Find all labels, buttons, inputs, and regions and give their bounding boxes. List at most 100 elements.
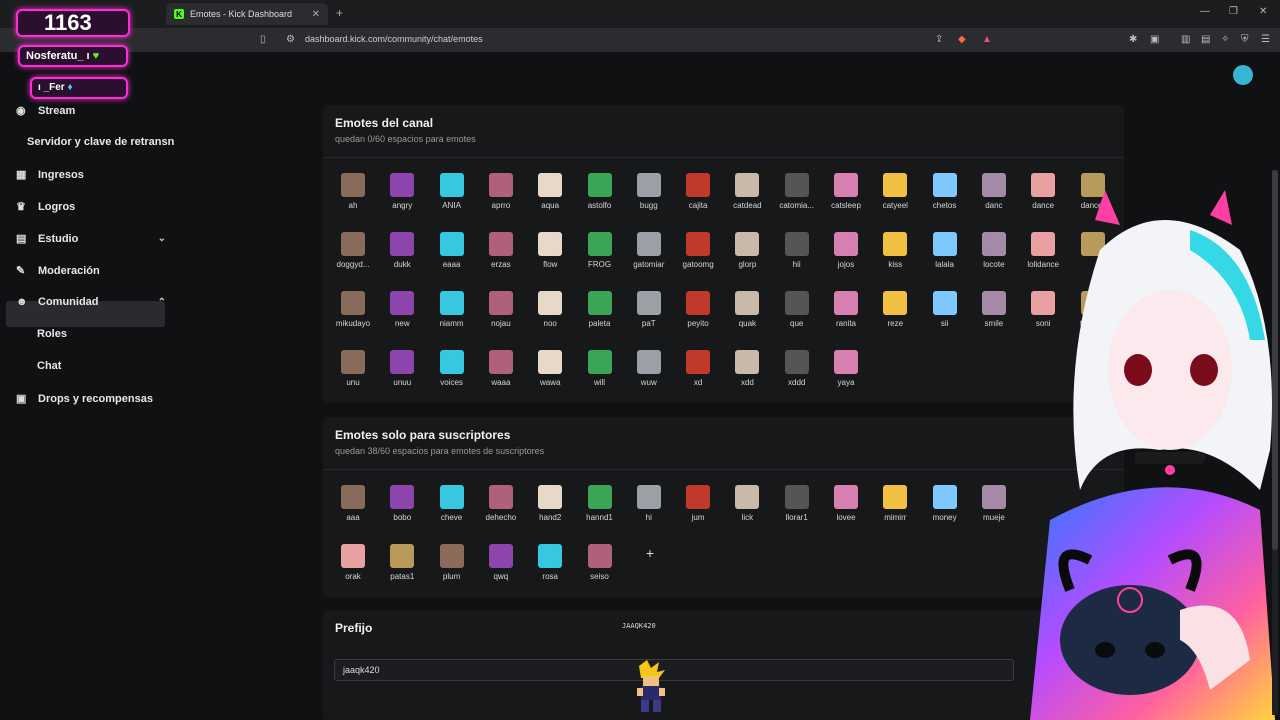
minimize-icon[interactable]: — — [1200, 6, 1210, 17]
url-field[interactable]: dashboard.kick.com/community/chat/emotes — [305, 34, 483, 44]
emote-item[interactable]: bugg — [627, 173, 671, 210]
bookmark-icon[interactable]: ▯ — [260, 34, 266, 45]
add-emote-button[interactable]: + — [640, 545, 660, 561]
emote-item[interactable]: cajita — [676, 173, 720, 210]
emote-item[interactable]: paT — [627, 291, 671, 328]
emote-item[interactable]: chetos — [923, 173, 967, 210]
emote-item[interactable]: money — [923, 485, 967, 522]
emote-item[interactable]: catsleep — [824, 173, 868, 210]
sidebar-item-comunidad[interactable]: ☻ Comunidad ⌃ — [16, 296, 166, 308]
close-window-icon[interactable]: ✕ — [1259, 6, 1267, 17]
emote-item[interactable]: xddd — [775, 350, 819, 387]
emote-item[interactable]: dukk — [380, 232, 424, 269]
emote-item[interactable]: paleta — [578, 291, 622, 328]
emote-item[interactable]: aaa — [331, 485, 375, 522]
emote-item[interactable]: niamm — [430, 291, 474, 328]
emote-item[interactable]: kiss — [873, 232, 917, 269]
emote-item[interactable]: rosa — [528, 544, 572, 581]
emote-item[interactable]: mimirr — [873, 485, 917, 522]
wallet-icon[interactable]: ▣ — [1150, 34, 1159, 45]
vpn-icon[interactable]: ⛨ — [1241, 34, 1249, 45]
emote-item[interactable]: nojau — [479, 291, 523, 328]
emote-item[interactable]: hi — [627, 485, 671, 522]
emote-item[interactable]: erzas — [479, 232, 523, 269]
emote-item[interactable]: eaaa — [430, 232, 474, 269]
emote-item[interactable]: astolfo — [578, 173, 622, 210]
emote-item[interactable]: waaa — [479, 350, 523, 387]
emote-item[interactable]: noo — [528, 291, 572, 328]
emote-item[interactable]: quak — [725, 291, 769, 328]
sidebar-item-logros[interactable]: ♛ Logros — [16, 200, 166, 214]
emote-item[interactable]: angry — [380, 173, 424, 210]
emote-item[interactable]: lovee — [824, 485, 868, 522]
emote-item[interactable]: gatoomg — [676, 232, 720, 269]
emote-item[interactable]: reze — [873, 291, 917, 328]
emote-item[interactable]: hannd1 — [578, 485, 622, 522]
emote-item[interactable]: mikudayo — [331, 291, 375, 328]
browser-tab[interactable]: K Emotes - Kick Dashboard ✕ — [166, 3, 328, 25]
emote-item[interactable]: que — [775, 291, 819, 328]
emote-item[interactable]: yaya — [824, 350, 868, 387]
sidebar-item-moderacion[interactable]: ✎ Moderación — [16, 264, 166, 278]
rewards-icon[interactable]: ▲ — [982, 34, 992, 45]
emote-item[interactable]: sii — [923, 291, 967, 328]
sidebar-item-ingresos[interactable]: ▦ Ingresos — [16, 168, 166, 182]
emote-item[interactable]: jum — [676, 485, 720, 522]
emote-item[interactable]: new — [380, 291, 424, 328]
emote-item[interactable]: xd — [676, 350, 720, 387]
emote-item[interactable]: lalala — [923, 232, 967, 269]
sidebar-toggle-icon[interactable]: ▥ — [1181, 34, 1190, 45]
scrollbar-thumb[interactable] — [1272, 170, 1278, 550]
sidebar-item-chat[interactable]: Chat — [37, 360, 61, 372]
sidebar-item-estudio[interactable]: ▤ Estudio ⌄ — [16, 232, 166, 246]
emote-item[interactable]: glorp — [725, 232, 769, 269]
emote-item[interactable]: ANIA — [430, 173, 474, 210]
emote-item[interactable]: dehecho — [479, 485, 523, 522]
emote-item[interactable]: ranita — [824, 291, 868, 328]
emote-item[interactable]: patas1 — [380, 544, 424, 581]
share-icon[interactable]: ⇪ — [935, 34, 943, 45]
maximize-icon[interactable]: ❐ — [1229, 6, 1238, 17]
user-avatar[interactable] — [1233, 65, 1253, 85]
extensions-icon[interactable]: ✱ — [1129, 34, 1137, 45]
emote-item[interactable]: ah — [331, 173, 375, 210]
site-info-icon[interactable]: ⚙ — [286, 34, 295, 45]
brave-shield-icon[interactable]: ◆ — [958, 34, 966, 45]
new-tab-icon[interactable]: + — [336, 6, 343, 20]
emote-item[interactable]: catomia... — [775, 173, 819, 210]
emote-item[interactable]: peyito — [676, 291, 720, 328]
emote-item[interactable]: wawa — [528, 350, 572, 387]
sidebar-item-drops[interactable]: ▣ Drops y recompensas — [16, 392, 166, 406]
emote-item[interactable]: seiso — [578, 544, 622, 581]
leo-ai-icon[interactable]: ✧ — [1221, 34, 1229, 45]
emote-item[interactable]: flow — [528, 232, 572, 269]
emote-item[interactable]: gatomiar — [627, 232, 671, 269]
emote-item[interactable]: orak — [331, 544, 375, 581]
tab-close-icon[interactable]: ✕ — [312, 9, 320, 20]
emote-item[interactable]: catyeel — [873, 173, 917, 210]
emote-item[interactable]: voices — [430, 350, 474, 387]
emote-item[interactable]: will — [578, 350, 622, 387]
emote-item[interactable]: plum — [430, 544, 474, 581]
menu-icon[interactable]: ☰ — [1261, 34, 1270, 45]
emote-item[interactable]: cheve — [430, 485, 474, 522]
emote-item[interactable]: catdead — [725, 173, 769, 210]
emote-item[interactable]: hii — [775, 232, 819, 269]
sidebar-item-stream[interactable]: ◉ Stream — [16, 104, 166, 118]
emote-item[interactable]: qwq — [479, 544, 523, 581]
emote-item[interactable]: doggyd... — [331, 232, 375, 269]
emote-item[interactable]: xdd — [725, 350, 769, 387]
emote-item[interactable]: bobo — [380, 485, 424, 522]
emote-item[interactable]: hand2 — [528, 485, 572, 522]
emote-item[interactable]: unuu — [380, 350, 424, 387]
emote-item[interactable]: aqua — [528, 173, 572, 210]
emote-item[interactable]: lick — [725, 485, 769, 522]
emote-item[interactable]: llorar1 — [775, 485, 819, 522]
emote-item[interactable]: FROG — [578, 232, 622, 269]
sidebar-item-servidor[interactable]: Servidor y clave de retransn — [27, 136, 177, 148]
reader-icon[interactable]: ▤ — [1201, 34, 1210, 45]
page-scrollbar[interactable] — [1272, 170, 1278, 715]
emote-item[interactable]: wuw — [627, 350, 671, 387]
emote-item[interactable]: unu — [331, 350, 375, 387]
emote-item[interactable]: jojos — [824, 232, 868, 269]
